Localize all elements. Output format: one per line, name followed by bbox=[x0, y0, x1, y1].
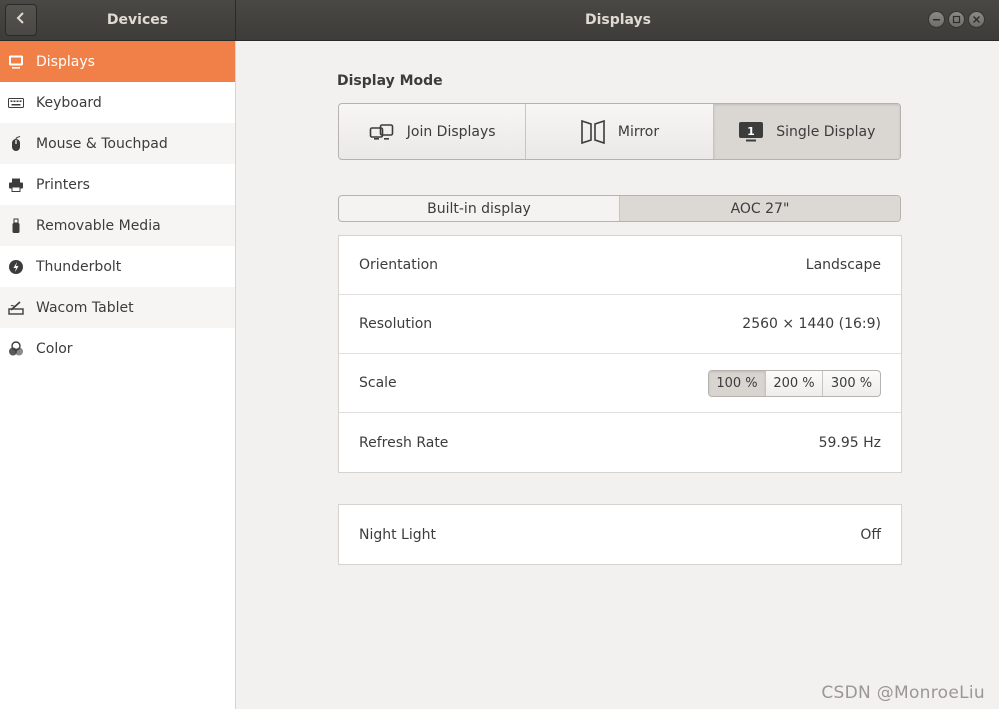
single-display-label: Single Display bbox=[776, 123, 876, 140]
mouse-icon bbox=[8, 135, 24, 152]
join-displays-icon bbox=[369, 122, 395, 142]
svg-text:1: 1 bbox=[747, 125, 755, 138]
refresh-rate-label: Refresh Rate bbox=[359, 434, 449, 451]
sidebar-item-label: Wacom Tablet bbox=[36, 299, 134, 316]
window-controls bbox=[928, 11, 985, 28]
close-icon bbox=[972, 12, 981, 28]
single-display-icon: 1 bbox=[738, 121, 764, 143]
mirror-button[interactable]: Mirror bbox=[526, 104, 714, 159]
color-icon bbox=[8, 340, 24, 357]
sidebar-item-label: Displays bbox=[36, 53, 95, 70]
sidebar-item-label: Thunderbolt bbox=[36, 258, 122, 275]
tablet-icon bbox=[8, 300, 24, 316]
resolution-row[interactable]: Resolution 2560 × 1440 (16:9) bbox=[339, 295, 901, 354]
resolution-label: Resolution bbox=[359, 316, 433, 332]
sidebar-item-keyboard[interactable]: Keyboard bbox=[0, 82, 235, 123]
keyboard-icon bbox=[8, 95, 24, 111]
minimize-icon bbox=[932, 12, 941, 28]
display-tabs: Built-in display AOC 27" bbox=[338, 195, 901, 222]
sidebar-item-color[interactable]: Color bbox=[0, 328, 235, 369]
sidebar-item-displays[interactable]: Displays bbox=[0, 41, 235, 82]
scale-row: Scale 100 % 200 % 300 % bbox=[339, 354, 901, 413]
sidebar-item-label: Keyboard bbox=[36, 94, 102, 111]
orientation-value: Landscape bbox=[805, 257, 881, 273]
header-bar: Devices Displays bbox=[0, 0, 999, 41]
sidebar-item-printers[interactable]: Printers bbox=[0, 164, 235, 205]
back-button[interactable] bbox=[5, 4, 37, 36]
header-left: Devices bbox=[0, 0, 236, 40]
night-light-list: Night Light Off bbox=[338, 504, 902, 565]
scale-200-button[interactable]: 200 % bbox=[766, 370, 823, 396]
watermark: CSDN @MonroeLiu bbox=[821, 683, 985, 703]
sidebar: Displays Keyboard Mouse & Touchpad Print… bbox=[0, 41, 236, 709]
sidebar-item-mouse-touchpad[interactable]: Mouse & Touchpad bbox=[0, 123, 235, 164]
scale-100-button[interactable]: 100 % bbox=[709, 370, 766, 396]
close-button[interactable] bbox=[968, 11, 985, 28]
scale-selector: 100 % 200 % 300 % bbox=[708, 369, 881, 397]
printer-icon bbox=[8, 177, 24, 193]
sidebar-item-label: Removable Media bbox=[36, 217, 161, 234]
mirror-label: Mirror bbox=[617, 123, 660, 140]
orientation-row[interactable]: Orientation Landscape bbox=[339, 236, 901, 295]
display-icon bbox=[8, 54, 24, 70]
night-light-label: Night Light bbox=[359, 526, 436, 543]
sidebar-item-label: Mouse & Touchpad bbox=[36, 135, 168, 152]
night-light-row[interactable]: Night Light Off bbox=[339, 505, 901, 564]
chevron-left-icon bbox=[15, 11, 27, 29]
display-mode-title: Display Mode bbox=[337, 73, 443, 89]
sidebar-item-thunderbolt[interactable]: Thunderbolt bbox=[0, 246, 235, 287]
resolution-value: 2560 × 1440 (16:9) bbox=[742, 316, 881, 332]
join-displays-button[interactable]: Join Displays bbox=[339, 104, 527, 159]
join-displays-label: Join Displays bbox=[406, 123, 496, 140]
orientation-label: Orientation bbox=[359, 257, 439, 273]
tab-aoc-27[interactable]: AOC 27" bbox=[620, 196, 900, 221]
window-title: Displays bbox=[584, 12, 652, 28]
maximize-icon bbox=[952, 12, 961, 28]
maximize-button[interactable] bbox=[948, 11, 965, 28]
night-light-value: Off bbox=[860, 526, 881, 543]
sidebar-title: Devices bbox=[106, 12, 169, 28]
minimize-button[interactable] bbox=[928, 11, 945, 28]
sidebar-item-removable-media[interactable]: Removable Media bbox=[0, 205, 235, 246]
usb-drive-icon bbox=[8, 218, 24, 234]
thunderbolt-icon bbox=[8, 259, 24, 275]
single-display-button[interactable]: 1 Single Display bbox=[713, 104, 900, 159]
refresh-rate-value: 59.95 Hz bbox=[818, 434, 881, 451]
refresh-rate-row[interactable]: Refresh Rate 59.95 Hz bbox=[339, 413, 901, 472]
display-mode-selector: Join Displays Mirror 1 Single Display bbox=[338, 103, 901, 160]
sidebar-item-label: Printers bbox=[36, 176, 90, 193]
main-panel: Display Mode Join Displays Mirror 1 Sing… bbox=[237, 41, 999, 709]
display-settings-list: Orientation Landscape Resolution 2560 × … bbox=[338, 235, 902, 473]
sidebar-item-wacom-tablet[interactable]: Wacom Tablet bbox=[0, 287, 235, 328]
sidebar-item-label: Color bbox=[36, 340, 73, 357]
tab-built-in-display[interactable]: Built-in display bbox=[339, 196, 620, 221]
mirror-icon bbox=[580, 119, 606, 145]
scale-300-button[interactable]: 300 % bbox=[823, 371, 880, 396]
scale-label: Scale bbox=[359, 375, 397, 391]
